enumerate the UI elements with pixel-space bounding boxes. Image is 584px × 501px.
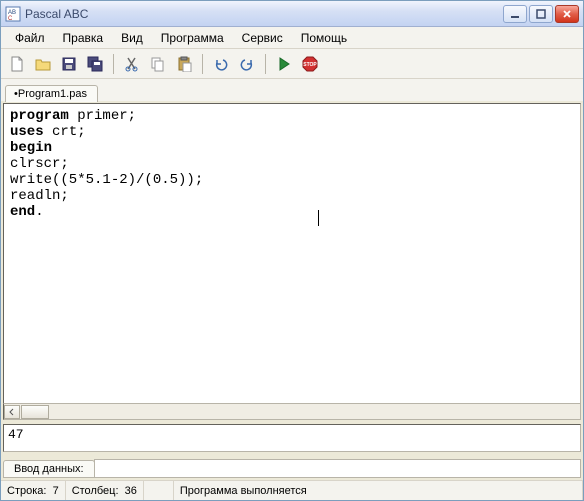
svg-text:C: C xyxy=(8,16,13,22)
output-panel[interactable]: 47 xyxy=(3,424,581,452)
save-button[interactable] xyxy=(57,52,81,76)
file-tabs: •Program1.pas xyxy=(1,79,583,101)
toolbar-separator xyxy=(265,54,266,74)
close-button[interactable] xyxy=(555,5,579,23)
code-keyword: end xyxy=(10,204,35,220)
undo-button[interactable] xyxy=(209,52,233,76)
file-tab[interactable]: •Program1.pas xyxy=(5,85,98,102)
menu-program[interactable]: Программа xyxy=(153,29,232,47)
window-title: Pascal ABC xyxy=(25,7,503,21)
scroll-left-icon[interactable] xyxy=(4,405,20,419)
status-column: Столбец: 36 xyxy=(66,481,144,500)
status-message: Программа выполняется xyxy=(174,481,583,500)
status-line: Строка: 7 xyxy=(1,481,66,500)
code-text: primer; xyxy=(69,108,136,124)
open-file-button[interactable] xyxy=(31,52,55,76)
paste-button[interactable] xyxy=(172,52,196,76)
code-editor[interactable]: program primer; uses crt; begin clrscr; … xyxy=(3,103,581,404)
code-keyword: program xyxy=(10,108,69,124)
input-label: Ввод данных: xyxy=(3,460,95,478)
menu-edit[interactable]: Правка xyxy=(55,29,112,47)
app-icon: ABC xyxy=(5,6,21,22)
menu-view[interactable]: Вид xyxy=(113,29,151,47)
svg-text:STOP: STOP xyxy=(303,62,317,68)
save-all-button[interactable] xyxy=(83,52,107,76)
toolbar-separator xyxy=(202,54,203,74)
copy-button[interactable] xyxy=(146,52,170,76)
run-button[interactable] xyxy=(272,52,296,76)
horizontal-scrollbar[interactable] xyxy=(3,404,581,420)
tab-filename: Program1.pas xyxy=(18,88,87,100)
code-text: write((5*5.1-2)/(0.5)); xyxy=(10,172,203,188)
code-keyword: uses xyxy=(10,124,44,140)
code-text: . xyxy=(35,204,43,220)
app-window: ABC Pascal ABC Файл Правка Вид Программа… xyxy=(0,0,584,501)
code-text: crt; xyxy=(44,124,86,140)
input-field[interactable] xyxy=(94,459,581,478)
output-text: 47 xyxy=(8,427,24,442)
maximize-button[interactable] xyxy=(529,5,553,23)
status-spacer xyxy=(144,481,174,500)
minimize-button[interactable] xyxy=(503,5,527,23)
redo-button[interactable] xyxy=(235,52,259,76)
window-controls xyxy=(503,5,579,23)
statusbar: Строка: 7 Столбец: 36 Программа выполняе… xyxy=(1,480,583,500)
menu-file[interactable]: Файл xyxy=(7,29,53,47)
menu-help[interactable]: Помощь xyxy=(293,29,355,47)
stop-button[interactable]: STOP xyxy=(298,52,322,76)
editor-area: program primer; uses crt; begin clrscr; … xyxy=(1,101,583,422)
new-file-button[interactable] xyxy=(5,52,29,76)
text-cursor xyxy=(318,210,319,226)
cut-button[interactable] xyxy=(120,52,144,76)
titlebar[interactable]: ABC Pascal ABC xyxy=(1,1,583,27)
toolbar: STOP xyxy=(1,49,583,79)
menubar: Файл Правка Вид Программа Сервис Помощь xyxy=(1,27,583,49)
code-text: readln; xyxy=(10,188,69,204)
code-keyword: begin xyxy=(10,140,52,156)
scroll-thumb[interactable] xyxy=(21,405,49,419)
code-text: clrscr; xyxy=(10,156,69,172)
menu-service[interactable]: Сервис xyxy=(234,29,291,47)
toolbar-separator xyxy=(113,54,114,74)
input-bar: Ввод данных: xyxy=(3,456,581,478)
